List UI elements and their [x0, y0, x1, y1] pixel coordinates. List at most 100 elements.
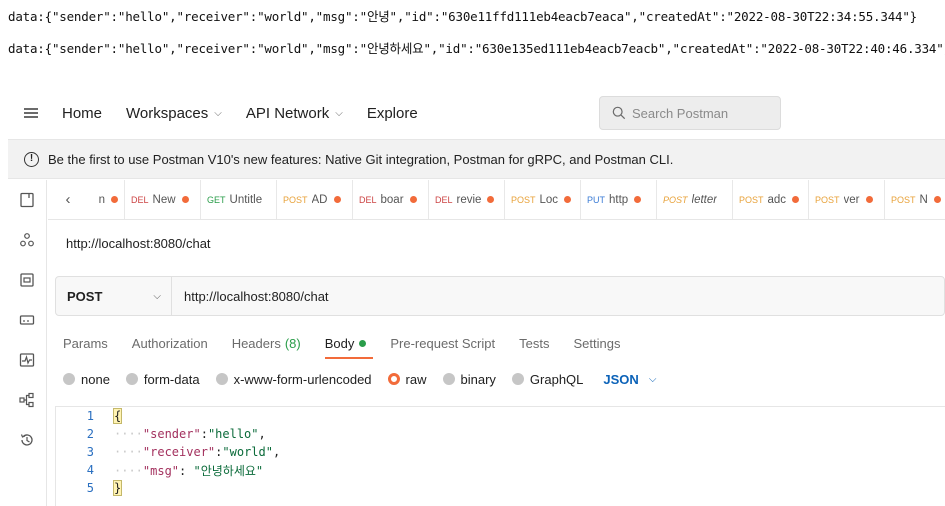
tab-name: letter	[691, 193, 718, 206]
tab-params[interactable]: Params	[63, 336, 108, 351]
body-code-editor[interactable]: 1 { 2 ····"sender":"hello", 3 ····"recei…	[55, 406, 945, 506]
unsaved-dot	[934, 196, 941, 203]
request-tab[interactable]: GET Untitle	[201, 180, 277, 219]
mock-servers-icon[interactable]	[19, 312, 35, 328]
tab-headers[interactable]: Headers (8)	[232, 336, 301, 351]
headers-count: (8)	[284, 335, 301, 351]
chevron-down-icon: ⌵	[648, 373, 657, 385]
request-title[interactable]: http://localhost:8080/chat	[66, 236, 211, 251]
monitors-icon[interactable]	[19, 352, 35, 368]
tab-prerequest-script[interactable]: Pre-request Script	[390, 336, 495, 351]
unsaved-dot	[409, 196, 417, 203]
radio-button[interactable]	[63, 373, 75, 385]
url-input[interactable]: http://localhost:8080/chat	[172, 289, 329, 304]
tab-method: DEL	[359, 194, 377, 205]
radio-button-selected[interactable]	[387, 373, 400, 385]
tab-name: AD	[311, 193, 328, 206]
request-tab[interactable]: POSTNe	[885, 180, 945, 219]
request-tab[interactable]: POST adc	[733, 180, 809, 219]
tab-params-label: Params	[63, 335, 108, 351]
radio-button[interactable]	[442, 373, 455, 385]
info-icon: !	[24, 151, 39, 167]
nav-home[interactable]: Home	[62, 105, 102, 122]
open-brace: {	[112, 408, 123, 424]
body-type-raw[interactable]: raw	[387, 371, 427, 387]
tab-method: POST	[511, 194, 536, 205]
tab-method: DEL	[131, 194, 149, 205]
body-type-urlencoded[interactable]: x-www-form-urlencoded	[215, 372, 372, 387]
code-text: }	[112, 480, 123, 496]
request-tab-strip: ‹ n DEL New GET Untitle POST AD DEL boar DEL…	[48, 180, 945, 220]
tab-prerequest-label: Pre-request Script	[390, 335, 496, 351]
json-key: "sender"	[142, 427, 201, 441]
request-tab[interactable]: PUT http	[581, 180, 657, 219]
request-tab[interactable]: POST ver	[809, 180, 885, 219]
body-type-form-data[interactable]: form-data	[125, 372, 200, 387]
nav-explore[interactable]: Explore	[367, 105, 418, 122]
radio-button[interactable]	[215, 373, 228, 385]
request-tab[interactable]: n	[88, 180, 125, 219]
history-icon[interactable]	[19, 432, 35, 448]
request-tab[interactable]: POST Loc	[505, 180, 581, 219]
menu-icon[interactable]	[24, 108, 38, 118]
active-tab-underline	[325, 357, 373, 359]
unsaved-dot	[487, 196, 495, 203]
request-tab[interactable]: DEL boar	[353, 180, 429, 219]
tab-authorization[interactable]: Authorization	[132, 336, 208, 351]
format-select[interactable]: JSON ⌵	[603, 372, 656, 387]
nav-workspaces[interactable]: Workspaces ⌵	[126, 105, 222, 122]
request-tab[interactable]: DEL revie	[429, 180, 505, 219]
search-input[interactable]: Search Postman	[599, 96, 781, 130]
line-number: 1	[86, 409, 94, 423]
tab-settings[interactable]: Settings	[573, 336, 620, 351]
tab-name: ver	[843, 193, 860, 206]
unsaved-dot	[181, 196, 189, 203]
tab-name: adc	[767, 193, 787, 206]
radio-button[interactable]	[125, 373, 138, 385]
body-type-graphql[interactable]: GraphQL	[511, 372, 583, 387]
tab-name: http	[609, 193, 629, 206]
body-type-binary[interactable]: binary	[442, 372, 496, 387]
tab-tests[interactable]: Tests	[519, 336, 549, 351]
apis-icon[interactable]	[19, 232, 35, 248]
method-select[interactable]: POST ⌵	[56, 277, 172, 315]
tab-body-label: Body	[324, 335, 355, 351]
tab-tests-label: Tests	[519, 335, 550, 351]
console-output-line-1: data:{"sender":"hello","receiver":"world…	[8, 9, 918, 24]
code-text: ····"msg": "안녕하세요"	[114, 462, 263, 479]
unsaved-dot	[634, 196, 642, 203]
request-tab[interactable]: POST letter	[657, 180, 733, 219]
tab-name: revie	[456, 193, 482, 206]
json-value: "안녕하세요"	[193, 463, 264, 478]
request-tab[interactable]: DEL New	[125, 180, 201, 219]
environments-icon[interactable]	[19, 272, 35, 288]
body-type-none[interactable]: none	[63, 372, 110, 387]
unsaved-dot	[865, 196, 873, 203]
chevron-left-icon[interactable]: ‹	[48, 180, 88, 219]
flows-icon[interactable]	[19, 392, 35, 408]
search-icon	[612, 106, 626, 120]
tab-method: POST	[663, 194, 688, 205]
line-number: 3	[86, 445, 94, 459]
body-type-none-label: none	[81, 371, 110, 387]
request-tab[interactable]: POST AD	[277, 180, 353, 219]
json-key: "receiver"	[142, 445, 216, 459]
chevron-down-icon: ⌵	[214, 107, 222, 119]
indent-guide: ····	[114, 463, 143, 478]
json-colon: :	[200, 427, 208, 441]
body-type-raw-label: raw	[405, 371, 427, 387]
tab-name: Loc	[539, 193, 559, 206]
tab-method: POST	[739, 194, 764, 205]
tab-name: New	[152, 193, 176, 206]
tab-method: POST	[815, 194, 840, 205]
announcement-banner: ! Be the first to use Postman V10's new …	[8, 139, 945, 179]
tab-method: PUT	[587, 194, 605, 205]
collections-icon[interactable]	[19, 192, 35, 208]
close-brace: }	[112, 480, 123, 496]
radio-button[interactable]	[511, 373, 524, 385]
tab-body[interactable]: Body	[325, 336, 367, 351]
url-bar: POST ⌵ http://localhost:8080/chat	[55, 276, 945, 316]
json-value: "hello"	[207, 427, 259, 441]
nav-api-network[interactable]: API Network ⌵	[246, 105, 343, 122]
tab-name: Ne	[919, 193, 928, 206]
